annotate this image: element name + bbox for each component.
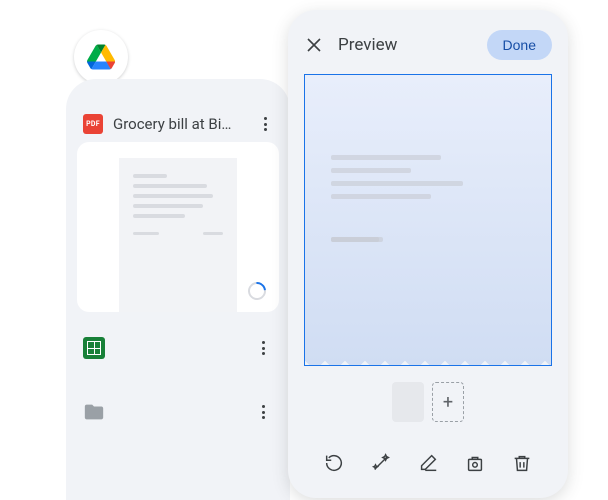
loading-spinner-icon bbox=[244, 278, 269, 303]
erase-button[interactable] bbox=[411, 446, 445, 480]
file-row-folder[interactable] bbox=[77, 401, 279, 423]
file-title-placeholder bbox=[119, 407, 247, 418]
pdf-icon: PDF bbox=[83, 114, 103, 134]
file-tile-pdf[interactable]: PDF Grocery bill at Bi… bbox=[77, 110, 279, 312]
rotate-button[interactable] bbox=[458, 446, 492, 480]
file-row-sheet[interactable] bbox=[77, 337, 279, 359]
page-thumbnail[interactable] bbox=[392, 382, 424, 422]
scan-preview-panel: Preview Done + bbox=[288, 10, 568, 498]
add-page-button[interactable]: + bbox=[432, 382, 464, 422]
google-sheets-icon bbox=[83, 337, 105, 359]
close-button[interactable] bbox=[304, 35, 324, 55]
google-drive-logo bbox=[74, 30, 128, 84]
file-more-button[interactable] bbox=[253, 402, 273, 422]
file-title-placeholder bbox=[119, 343, 247, 354]
scan-crop-frame[interactable] bbox=[304, 74, 552, 366]
file-thumbnail bbox=[77, 142, 279, 312]
file-more-button[interactable] bbox=[253, 338, 273, 358]
retake-button[interactable] bbox=[317, 446, 351, 480]
drive-file-list: PDF Grocery bill at Bi… bbox=[66, 79, 290, 500]
folder-icon bbox=[83, 401, 105, 423]
file-more-button[interactable] bbox=[255, 114, 275, 134]
done-button[interactable]: Done bbox=[487, 30, 552, 60]
preview-title: Preview bbox=[338, 35, 397, 55]
delete-button[interactable] bbox=[505, 446, 539, 480]
auto-enhance-button[interactable] bbox=[364, 446, 398, 480]
file-title: Grocery bill at Bi… bbox=[113, 115, 245, 133]
scan-toolbar bbox=[304, 434, 552, 498]
